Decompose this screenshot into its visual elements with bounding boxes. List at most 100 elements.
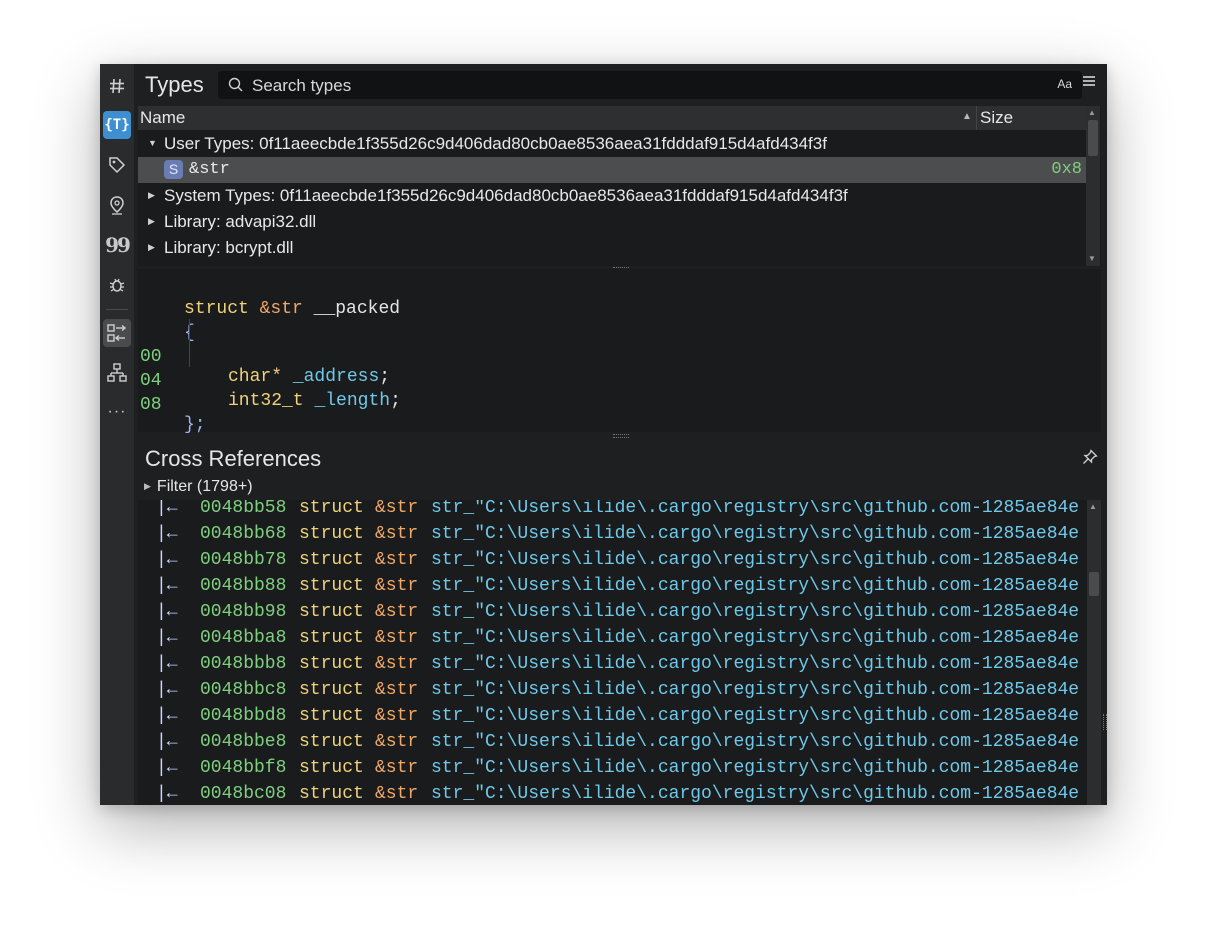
pin-icon[interactable] — [1082, 449, 1098, 465]
xref-row[interactable]: |← 0048bb78 struct &str str_"C:\Users\ilide\… — [138, 548, 1087, 574]
field-name[interactable]: _address — [293, 367, 379, 387]
struct-type-name[interactable]: &str — [260, 299, 303, 319]
xref-type[interactable]: &str — [375, 654, 418, 674]
column-header-size[interactable]: Size — [980, 108, 1013, 128]
xref-type[interactable]: &str — [375, 706, 418, 726]
xref-row[interactable]: |← 0048bba8 struct &str str_"C:\Users\ilide\… — [138, 626, 1087, 652]
xref-address[interactable]: 0048bbf8 — [200, 758, 286, 778]
sidebar-rail: {T} 99 ··· — [100, 64, 134, 805]
xref-row[interactable]: |← 0048bb58 struct &str str_"C:\Users\ilide\… — [138, 500, 1087, 522]
xref-symbol[interactable]: str_"C:\Users\ilide\.cargo\registry\src\… — [431, 576, 1079, 596]
sort-ascending-icon[interactable]: ▲ — [962, 111, 972, 122]
xref-address[interactable]: 0048bb88 — [200, 576, 286, 596]
xref-type[interactable]: &str — [375, 550, 418, 570]
close-brace-line: 08 }; — [138, 375, 206, 435]
xref-symbol[interactable]: str_"C:\Users\ilide\.cargo\registry\src\… — [431, 550, 1079, 570]
xref-symbol[interactable]: str_"C:\Users\ilide\.cargo\registry\src\… — [431, 602, 1079, 622]
xref-type[interactable]: &str — [375, 758, 418, 778]
xref-type[interactable]: &str — [375, 680, 418, 700]
xref-type[interactable]: &str — [375, 784, 418, 804]
xref-address[interactable]: 0048bb68 — [200, 524, 286, 544]
xref-address[interactable]: 0048bbc8 — [200, 680, 286, 700]
xref-symbol[interactable]: str_"C:\Users\ilide\.cargo\registry\src\… — [431, 500, 1079, 518]
xref-row[interactable]: |← 0048bb88 struct &str str_"C:\Users\ilide\… — [138, 574, 1087, 600]
xref-row[interactable]: |← 0048bb98 struct &str str_"C:\Users\ilide\… — [138, 600, 1087, 626]
side-resize-handle[interactable] — [1103, 714, 1107, 730]
xref-row[interactable]: |← 0048bc08 struct &str str_"C:\Users\ilide\… — [138, 782, 1087, 805]
xref-address[interactable]: 0048bb58 — [200, 500, 286, 518]
xref-address[interactable]: 0048bba8 — [200, 628, 286, 648]
field-type[interactable]: char* — [228, 367, 282, 387]
scroll-down-icon[interactable]: ▼ — [1088, 254, 1096, 263]
bug-icon[interactable] — [103, 271, 131, 299]
menu-icon[interactable] — [1082, 74, 1100, 94]
cross-references-icon[interactable] — [103, 319, 131, 347]
tree-scrollbar[interactable]: ▲ ▼ — [1086, 106, 1100, 266]
xref-keyword: struct — [299, 524, 364, 544]
struct-field-row[interactable]: 00 char* _address; — [138, 327, 390, 387]
more-icon[interactable]: ··· — [103, 398, 131, 426]
xref-symbol[interactable]: str_"C:\Users\ilide\.cargo\registry\src\… — [431, 628, 1079, 648]
field-name[interactable]: _length — [314, 391, 390, 411]
tree-row-str-type[interactable]: S &str 0x8 — [138, 157, 1086, 183]
types-icon[interactable]: {T} — [103, 111, 131, 139]
scrollbar-thumb[interactable] — [1088, 120, 1098, 156]
chevron-down-icon[interactable]: ▼ — [148, 138, 157, 148]
xref-row[interactable]: |← 0048bbc8 struct &str str_"C:\Users\ilide\… — [138, 678, 1087, 704]
struct-field-row[interactable]: 04 int32_t _length; — [138, 351, 401, 411]
xref-address[interactable]: 0048bbb8 — [200, 654, 286, 674]
xref-type[interactable]: &str — [375, 732, 418, 752]
tree-row-label: System Types: 0f11aeecbde1f355d26c9d406d… — [164, 186, 848, 205]
quote-icon[interactable]: 99 — [103, 231, 131, 259]
xref-symbol[interactable]: str_"C:\Users\ilide\.cargo\registry\src\… — [431, 524, 1079, 544]
location-pin-icon[interactable] — [103, 191, 131, 219]
xref-symbol[interactable]: str_"C:\Users\ilide\.cargo\registry\src\… — [431, 706, 1079, 726]
filter-label: Filter (1798+) — [156, 478, 253, 495]
scroll-up-icon[interactable]: ▲ — [1089, 502, 1097, 511]
xref-symbol[interactable]: str_"C:\Users\ilide\.cargo\registry\src\… — [431, 732, 1079, 752]
tree-row-user-types[interactable]: ▼ User Types: 0f11aeecbde1f355d26c9d406d… — [138, 131, 1086, 157]
xref-address[interactable]: 0048bb78 — [200, 550, 286, 570]
chevron-right-icon[interactable]: ▶ — [148, 190, 155, 201]
xref-address[interactable]: 0048bc08 — [200, 784, 286, 804]
xref-type[interactable]: &str — [375, 628, 418, 648]
xref-symbol[interactable]: str_"C:\Users\ilide\.cargo\registry\src\… — [431, 680, 1079, 700]
xref-type[interactable]: &str — [375, 602, 418, 622]
xref-row[interactable]: |← 0048bb68 struct &str str_"C:\Users\ilide\… — [138, 522, 1087, 548]
xref-scrollbar[interactable]: ▲ — [1087, 500, 1101, 805]
xref-row[interactable]: |← 0048bbe8 struct &str str_"C:\Users\ilide\… — [138, 730, 1087, 756]
tree-row-bcrypt[interactable]: ▶ Library: bcrypt.dll — [138, 235, 1086, 261]
struct-header-line: struct &str __packed — [138, 279, 400, 319]
filter-toggle[interactable]: ▶ Filter (1798+) — [144, 478, 253, 496]
scrollbar-thumb[interactable] — [1089, 572, 1099, 596]
tree-row-system-types[interactable]: ▶ System Types: 0f11aeecbde1f355d26c9d40… — [138, 183, 1086, 209]
tree-row-advapi32[interactable]: ▶ Library: advapi32.dll — [138, 209, 1086, 235]
hierarchy-icon[interactable] — [103, 359, 131, 387]
column-header-name[interactable]: Name — [140, 108, 185, 128]
xref-row[interactable]: |← 0048bbb8 struct &str str_"C:\Users\ilide\… — [138, 652, 1087, 678]
tag-icon[interactable] — [103, 151, 131, 179]
xref-type[interactable]: &str — [375, 524, 418, 544]
xref-symbol[interactable]: str_"C:\Users\ilide\.cargo\registry\src\… — [431, 654, 1079, 674]
splitter-handle[interactable] — [613, 434, 629, 438]
search-icon — [228, 77, 243, 92]
xref-symbol[interactable]: str_"C:\Users\ilide\.cargo\registry\src\… — [431, 758, 1079, 778]
scroll-up-icon[interactable]: ▲ — [1088, 108, 1096, 117]
chevron-right-icon[interactable]: ▶ — [144, 481, 151, 491]
search-input[interactable] — [250, 71, 1034, 101]
xref-type[interactable]: &str — [375, 500, 418, 518]
xref-address[interactable]: 0048bbd8 — [200, 706, 286, 726]
hash-icon[interactable] — [103, 72, 131, 100]
xref-address[interactable]: 0048bbe8 — [200, 732, 286, 752]
search-box[interactable]: Aa — [218, 71, 1082, 101]
chevron-right-icon[interactable]: ▶ — [148, 242, 155, 253]
xref-row[interactable]: |← 0048bbf8 struct &str str_"C:\Users\ilide\… — [138, 756, 1087, 782]
xref-symbol[interactable]: str_"C:\Users\ilide\.cargo\registry\src\… — [431, 784, 1079, 804]
chevron-right-icon[interactable]: ▶ — [148, 216, 155, 227]
column-divider[interactable] — [976, 106, 977, 130]
xref-address[interactable]: 0048bb98 — [200, 602, 286, 622]
xref-type[interactable]: &str — [375, 576, 418, 596]
case-sensitive-toggle[interactable]: Aa — [1057, 77, 1072, 91]
xref-row[interactable]: |← 0048bbd8 struct &str str_"C:\Users\ilide\… — [138, 704, 1087, 730]
field-type[interactable]: int32_t — [228, 391, 304, 411]
